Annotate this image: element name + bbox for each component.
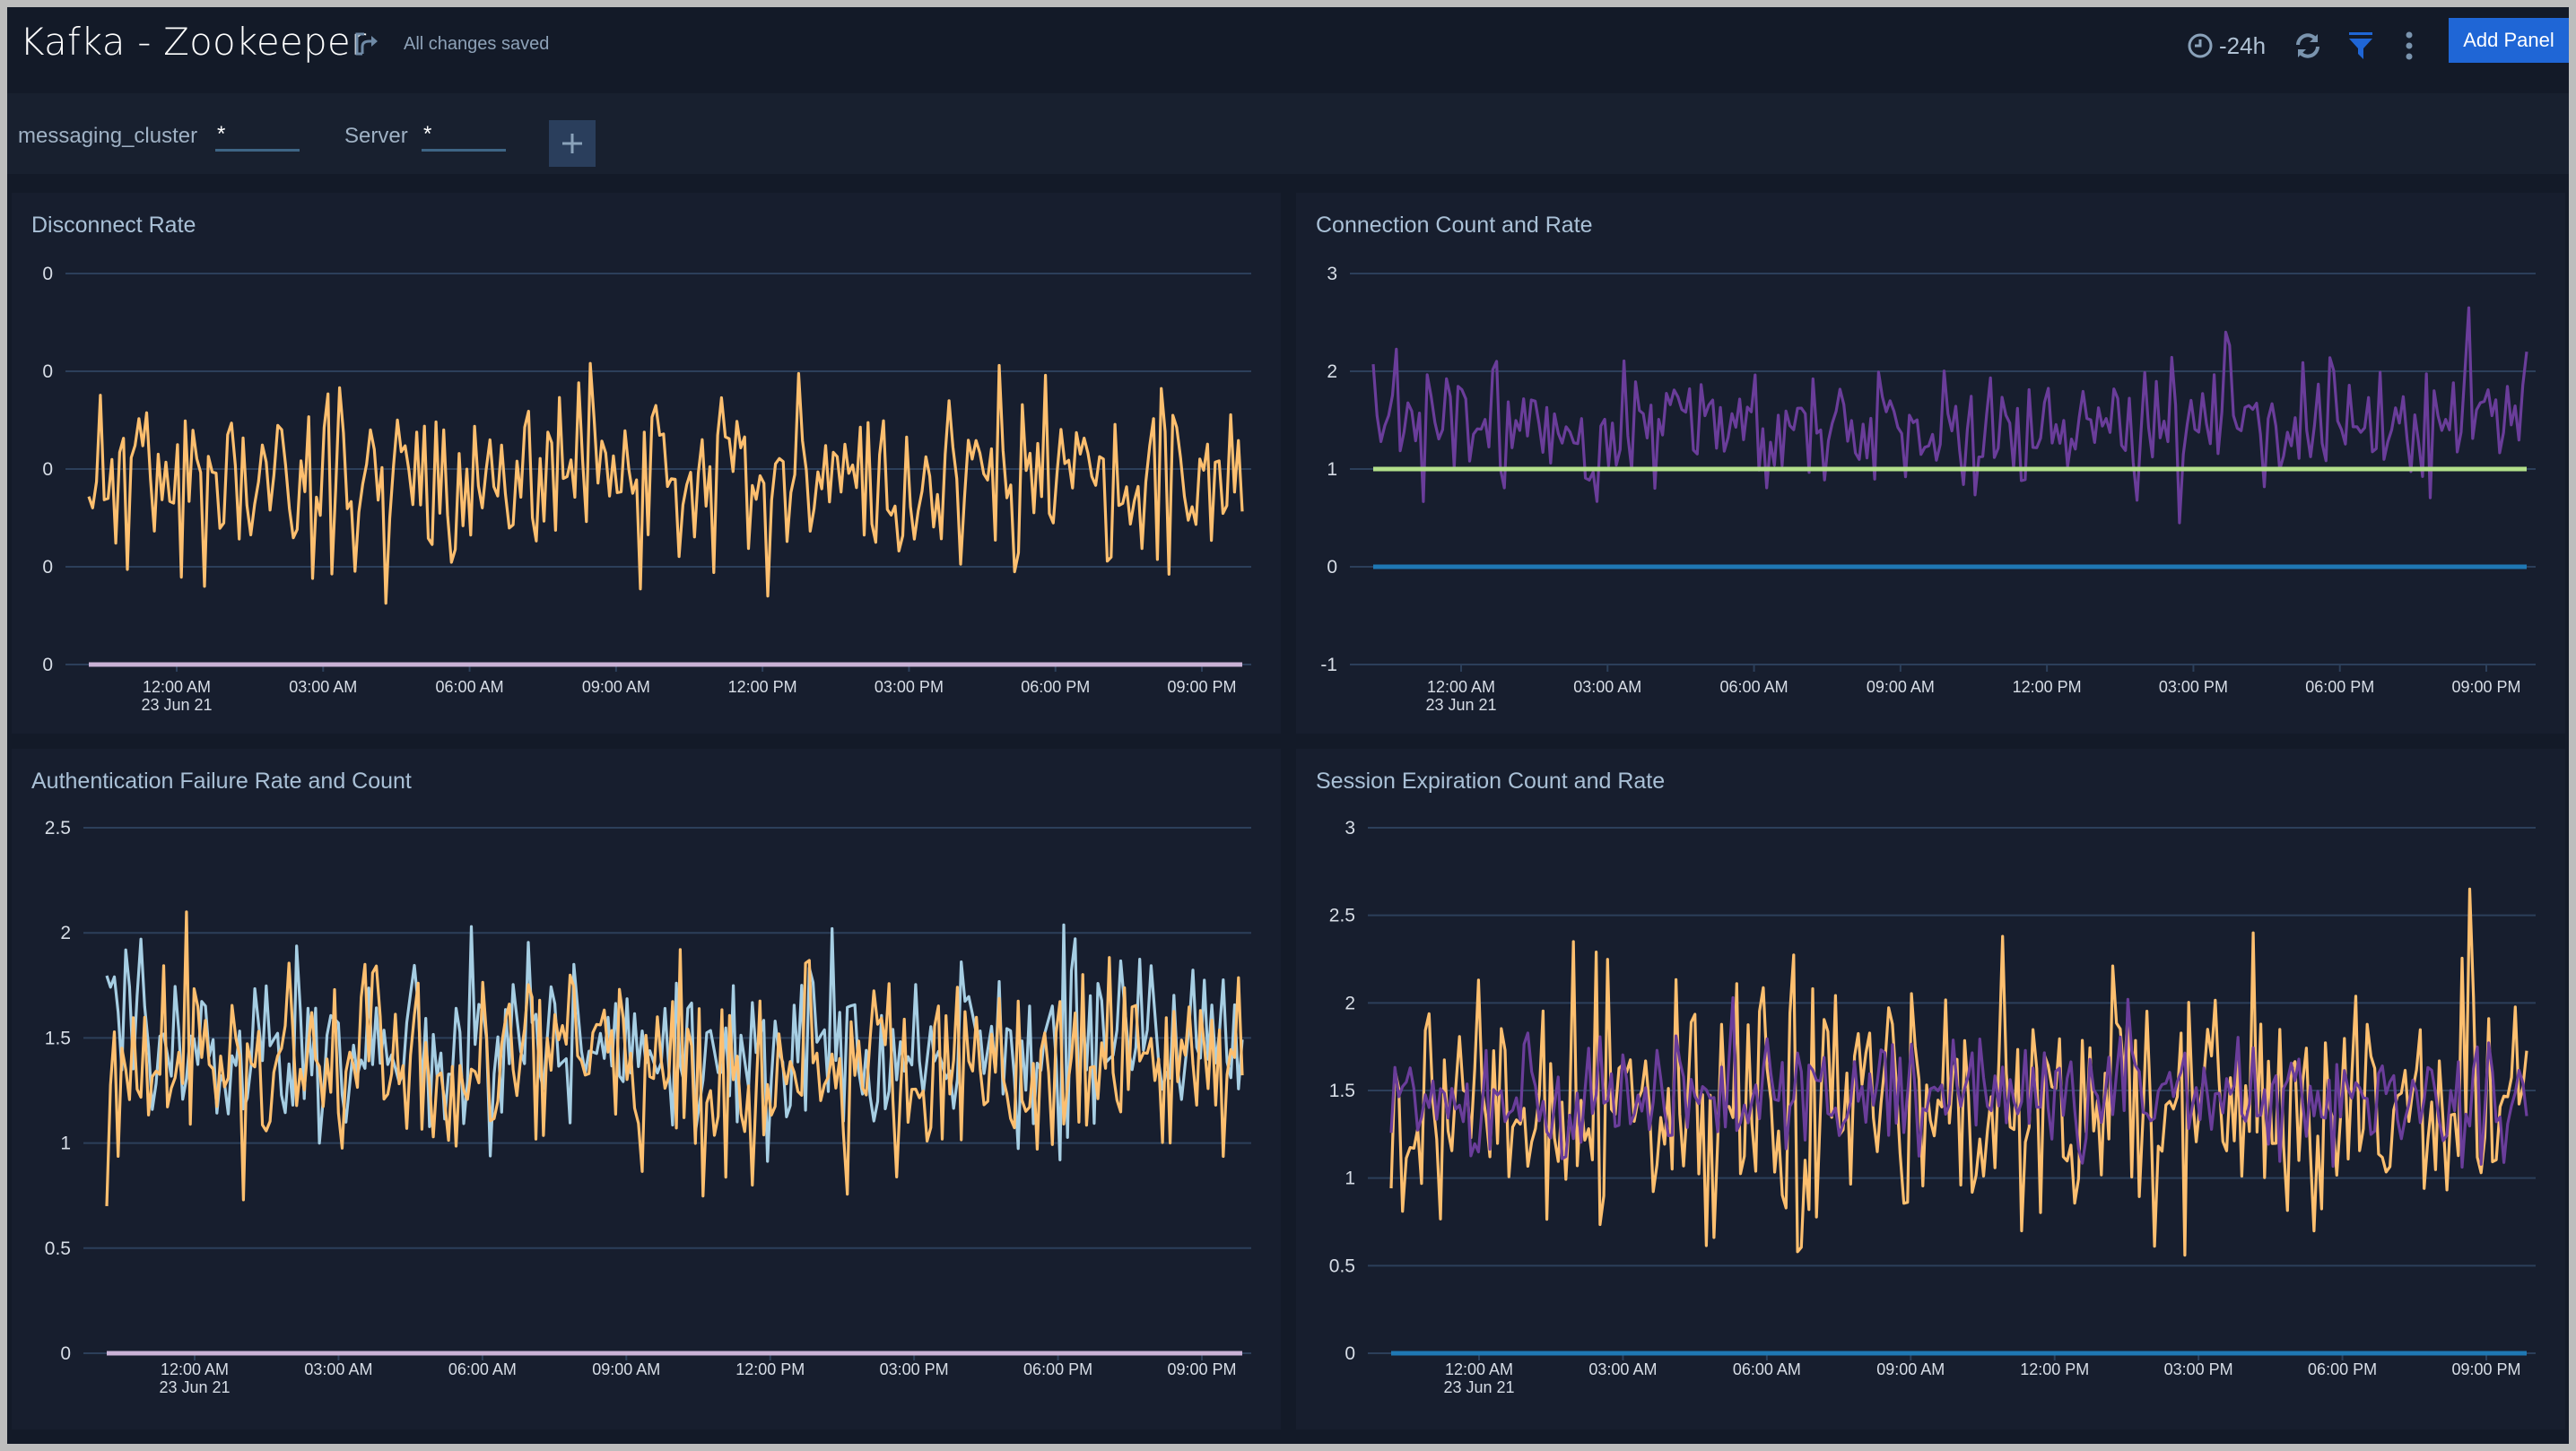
x-tick-label: 06:00 AM	[1720, 678, 1788, 696]
y-tick-label: 1.5	[1329, 1081, 1355, 1101]
x-tick-label: 12:00 AM	[143, 678, 211, 696]
y-tick-label: 0	[42, 655, 53, 675]
server-filter-input[interactable]	[422, 120, 506, 152]
y-tick-label: 2	[1345, 993, 1355, 1013]
dashboard-header: Kafka - Zookeeper All changes saved -24h	[7, 7, 2569, 93]
x-tick-label: 06:00 AM	[1733, 1360, 1801, 1378]
x-subtick-label: 23 Jun 21	[1443, 1378, 1514, 1396]
x-subtick-label: 23 Jun 21	[141, 696, 212, 714]
x-tick-label: 06:00 PM	[1021, 678, 1090, 696]
panel-connection-count-rate[interactable]: Connection Count and Rate 3 2 1 0 -1 12:00 AM…	[1296, 193, 2565, 734]
y-tick-label: 0	[42, 361, 53, 382]
filter-label-server: Server	[344, 124, 408, 148]
x-tick-label: 12:00 AM	[1445, 1360, 1513, 1378]
x-tick-label: 06:00 PM	[1023, 1360, 1092, 1378]
dashboard-app: Kafka - Zookeeper All changes saved -24h	[7, 7, 2569, 1444]
x-tick-label: 06:00 AM	[448, 1360, 517, 1378]
y-tick-label: 2.5	[45, 818, 71, 838]
add-filter-button[interactable]	[549, 120, 596, 167]
x-subtick-label: 23 Jun 21	[159, 1378, 230, 1396]
y-tick-label: 0	[1327, 557, 1337, 578]
x-tick-label: 12:00 AM	[161, 1360, 229, 1378]
series-line-connection_rate	[1371, 306, 2528, 525]
y-tick-label: 0.5	[45, 1238, 71, 1259]
filter-bar: messaging_cluster Server	[7, 93, 2569, 174]
y-tick-label: 3	[1345, 818, 1355, 838]
x-tick-label: 03:00 AM	[304, 1360, 372, 1378]
x-tick-label: 12:00 PM	[2020, 1360, 2089, 1378]
x-tick-label: 09:00 PM	[1167, 1360, 1236, 1378]
y-tick-label: 0	[42, 459, 53, 480]
y-tick-label: 1.5	[45, 1028, 71, 1048]
y-tick-label: 0	[60, 1343, 71, 1364]
y-tick-label: 0	[42, 557, 53, 578]
x-tick-label: 09:00 PM	[1167, 678, 1236, 696]
panel-disconnect-rate[interactable]: Disconnect Rate 0 0 0 0 0 12:00 AM 23 Jun 21 03…	[12, 193, 1281, 734]
x-tick-label: 09:00 PM	[2451, 678, 2520, 696]
plus-icon	[562, 134, 582, 153]
x-tick-label: 09:00 AM	[1876, 1360, 1945, 1378]
x-tick-label: 09:00 PM	[2451, 1360, 2520, 1378]
x-tick-label: 12:00 AM	[1427, 678, 1495, 696]
save-status: All changes saved	[404, 34, 550, 54]
x-tick-label: 12:00 PM	[728, 678, 797, 696]
x-tick-label: 03:00 AM	[289, 678, 357, 696]
time-range-picker[interactable]: -24h	[2219, 32, 2266, 60]
y-tick-label: 0.5	[1329, 1256, 1355, 1276]
x-tick-label: 09:00 AM	[1867, 678, 1935, 696]
y-tick-label: 3	[1327, 264, 1337, 284]
chart-svg[interactable]: 3 2.5 2 1.5 1 0.5 0 12:00 AM23 Jun 21 03:00 AM 06…	[1296, 749, 2565, 1429]
x-tick-label: 06:00 AM	[436, 678, 504, 696]
y-tick-label: 2	[60, 923, 71, 943]
series-line-session_expiration_count	[1389, 887, 2528, 1257]
panel-authentication-failure[interactable]: Authentication Failure Rate and Count 2.…	[12, 749, 1281, 1429]
dashboard-title: Kafka - Zookeeper	[20, 20, 367, 64]
x-tick-label: 03:00 PM	[880, 1360, 949, 1378]
share-icon[interactable]	[352, 27, 384, 59]
x-tick-label: 12:00 PM	[735, 1360, 805, 1378]
x-tick-label: 03:00 PM	[875, 678, 944, 696]
x-tick-label: 09:00 AM	[592, 1360, 660, 1378]
y-tick-label: 2	[1327, 361, 1337, 382]
x-subtick-label: 23 Jun 21	[1425, 696, 1496, 714]
x-tick-label: 03:00 AM	[1573, 678, 1641, 696]
x-tick-label: 03:00 PM	[2159, 678, 2228, 696]
filter-icon[interactable]	[2346, 30, 2375, 61]
y-tick-label: -1	[1320, 655, 1337, 675]
x-tick-label: 12:00 PM	[2013, 678, 2082, 696]
y-tick-label: 1	[1327, 459, 1337, 480]
filter-label-messaging-cluster: messaging_cluster	[18, 124, 198, 148]
chart-svg[interactable]: 2.5 2 1.5 1 0.5 0 12:00 AM23 Jun 21 03:00 AM 06:…	[12, 749, 1281, 1429]
x-tick-label: 06:00 PM	[2305, 678, 2374, 696]
y-tick-label: 1	[60, 1134, 71, 1154]
x-tick-label: 09:00 AM	[582, 678, 650, 696]
add-panel-button[interactable]: Add Panel	[2449, 18, 2569, 63]
y-tick-label: 0	[42, 264, 53, 284]
x-tick-label: 03:00 PM	[2164, 1360, 2233, 1378]
chart-svg[interactable]: 0 0 0 0 0 12:00 AM23 Jun 21 03:00 AM 06:00 AM 09…	[12, 193, 1281, 734]
y-tick-label: 2.5	[1329, 906, 1355, 926]
panel-session-expiration[interactable]: Session Expiration Count and Rate 3 2.5 2 1…	[1296, 749, 2565, 1429]
clock-icon[interactable]	[2187, 32, 2214, 59]
messaging-cluster-filter-input[interactable]	[215, 120, 300, 152]
more-vertical-icon[interactable]	[2404, 30, 2415, 61]
y-tick-label: 1	[1345, 1169, 1355, 1189]
x-tick-label: 03:00 AM	[1588, 1360, 1657, 1378]
y-tick-label: 0	[1345, 1343, 1355, 1364]
chart-svg[interactable]: 3 2 1 0 -1 12:00 AM23 Jun 21 03:00 AM 06:00 AM 0…	[1296, 193, 2565, 734]
refresh-icon[interactable]	[2293, 30, 2323, 61]
x-tick-label: 06:00 PM	[2308, 1360, 2377, 1378]
